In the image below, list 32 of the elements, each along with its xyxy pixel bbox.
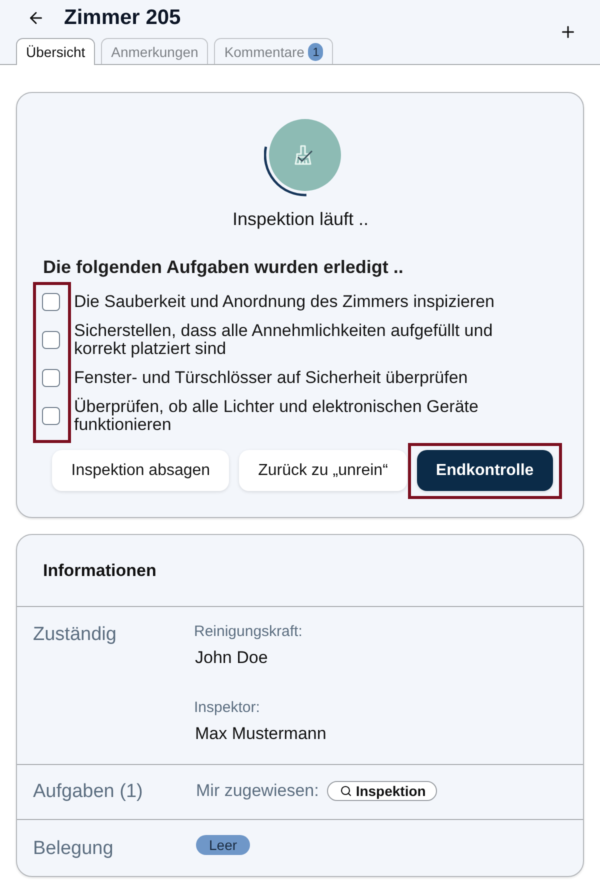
- role-label: Inspektor:: [194, 699, 260, 716]
- row-label: Zuständig: [33, 624, 116, 646]
- action-button[interactable]: Endkontrolle: [416, 450, 553, 491]
- task-chip[interactable]: Inspektion: [326, 781, 437, 801]
- count-badge: 1: [308, 42, 324, 60]
- assigned-label: Mir zugewiesen:: [196, 781, 319, 801]
- checkbox[interactable]: [42, 331, 60, 349]
- status-badge: Leer: [196, 835, 250, 855]
- card-title: Informationen: [43, 560, 156, 580]
- person-name: John Doe: [194, 648, 268, 668]
- task-label: Fenster- und Türschlösser auf Sicherheit überprüfen: [74, 369, 468, 387]
- role-label: Reinigungskraft:: [194, 623, 302, 640]
- page-title: Zimmer 205: [64, 6, 181, 30]
- search-icon: [340, 785, 352, 797]
- tab[interactable]: Anmerkungen: [101, 38, 208, 64]
- checkbox[interactable]: [42, 369, 60, 387]
- broom-check-icon: [264, 117, 342, 197]
- checkbox[interactable]: [42, 407, 60, 425]
- tab[interactable]: Kommentare 1: [214, 38, 334, 64]
- checkbox[interactable]: [42, 293, 60, 311]
- plus-icon: [559, 23, 577, 41]
- action-button[interactable]: Inspektion absagen: [52, 450, 230, 491]
- row-label: Belegung: [33, 838, 114, 860]
- checklist-title: Die folgenden Aufgaben wurden erledigt ..: [43, 257, 404, 278]
- row-label: Aufgaben (1): [33, 781, 143, 803]
- status-text: Inspektion läuft ..: [232, 209, 369, 230]
- person-name: Max Mustermann: [194, 724, 326, 744]
- action-button[interactable]: Zurück zu „unrein“: [239, 450, 407, 491]
- task-label: Sicherstellen, dass alle Annehmlichkeiten aufgefüllt und korrekt platziert sind: [74, 322, 494, 358]
- tab[interactable]: Übersicht: [16, 38, 96, 65]
- task-label: Die Sauberkeit und Anordnung des Zimmers inspizieren: [74, 293, 495, 311]
- task-label: Überprüfen, ob alle Lichter und elektronischen Geräte funktionieren: [74, 398, 480, 434]
